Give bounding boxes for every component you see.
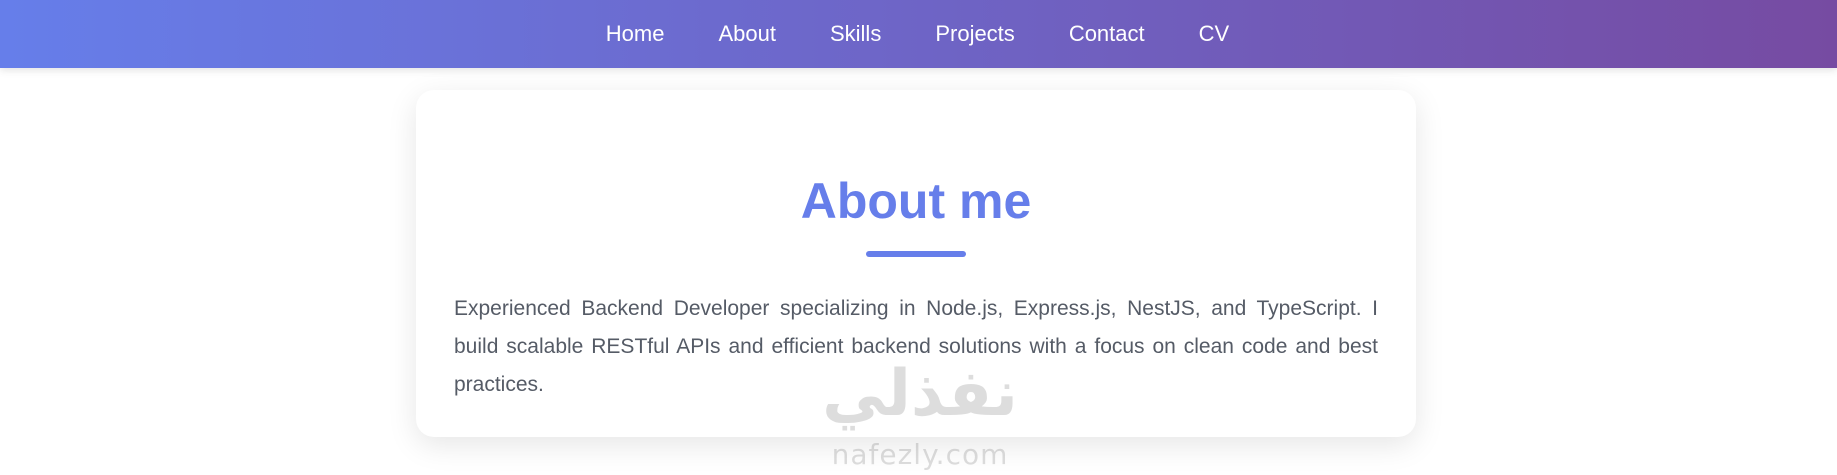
nav-link-about[interactable]: About (691, 0, 803, 68)
nav-item-about: About (691, 0, 803, 68)
nav-item-home: Home (579, 0, 692, 68)
about-card: About me Experienced Backend Developer s… (416, 90, 1416, 437)
nav-link-projects[interactable]: Projects (908, 0, 1041, 68)
nav-link-cv[interactable]: CV (1172, 0, 1257, 68)
top-navbar: Home About Skills Projects Contact CV (0, 0, 1837, 68)
nav-link-skills[interactable]: Skills (803, 0, 908, 68)
nav-item-skills: Skills (803, 0, 908, 68)
nav-item-contact: Contact (1042, 0, 1172, 68)
nav-link-contact[interactable]: Contact (1042, 0, 1172, 68)
about-title: About me (800, 173, 1032, 229)
nav-link-home[interactable]: Home (579, 0, 692, 68)
about-description: Experienced Backend Developer specializi… (454, 297, 1378, 396)
watermark-latin-text: nafezly.com (831, 438, 1009, 471)
nav-item-projects: Projects (908, 0, 1041, 68)
nav-item-cv: CV (1172, 0, 1257, 68)
nav-menu: Home About Skills Projects Contact CV (579, 0, 1256, 68)
title-underline (866, 251, 966, 257)
